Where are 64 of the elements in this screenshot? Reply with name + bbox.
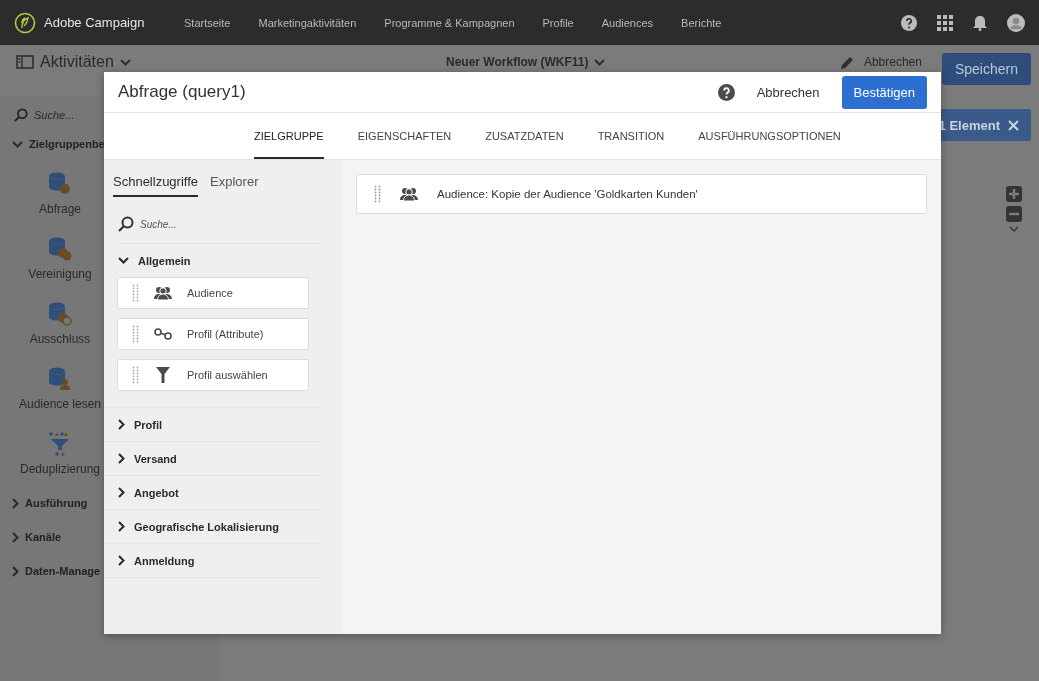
tab[interactable]: TRANSITION xyxy=(597,113,665,159)
sidebar-toggle-icon xyxy=(16,55,34,69)
funnel-icon xyxy=(49,431,71,456)
search-icon xyxy=(14,107,28,123)
group-header[interactable]: Angebot xyxy=(134,486,179,499)
apps-grid-icon xyxy=(937,14,953,31)
tab[interactable]: Explorer xyxy=(210,174,259,197)
group-header[interactable]: Versand xyxy=(134,452,177,465)
search-field[interactable]: Suche... xyxy=(34,109,94,121)
bell-icon xyxy=(973,14,987,31)
shortcut-card[interactable]: Profil auswählen xyxy=(117,359,309,391)
group-header[interactable]: Geografische Lokalisierung xyxy=(134,520,279,533)
section-header[interactable]: Ausführung xyxy=(25,497,88,509)
workflow-title: Neuer Workflow (WKF11) xyxy=(446,54,589,71)
confirm-button[interactable]: Bestätigen xyxy=(841,75,927,109)
drag-handle-icon xyxy=(132,284,139,302)
cancel-link[interactable]: Abbrechen xyxy=(863,53,922,71)
cancel-button[interactable]: Abbrechen xyxy=(742,76,834,108)
connector-icon xyxy=(154,328,172,340)
logo-icon xyxy=(14,11,36,34)
tab[interactable]: ZUSATZDATEN xyxy=(485,113,564,159)
tab[interactable]: Schnellzugriffe xyxy=(113,174,199,197)
help-icon[interactable] xyxy=(717,83,735,101)
help-icon xyxy=(901,14,917,31)
people-icon xyxy=(154,286,172,300)
section-header[interactable]: Kanäle xyxy=(25,531,62,543)
people-icon xyxy=(400,187,418,201)
avatar-icon xyxy=(1007,13,1025,32)
nav-link[interactable]: Audiences xyxy=(601,16,654,29)
section-header[interactable]: Daten-Manage xyxy=(25,565,101,577)
section-header[interactable]: Zielgruppenbe xyxy=(29,138,105,150)
zoom-in-icon xyxy=(1006,186,1022,202)
nav-link[interactable]: Berichte xyxy=(681,16,722,29)
save-button[interactable]: Speichern xyxy=(941,53,1031,85)
zoom-out-icon xyxy=(1006,206,1022,222)
shortcut-card[interactable]: Profil (Attribute) xyxy=(117,318,309,350)
database-icon xyxy=(48,236,72,261)
chevron-down-icon xyxy=(119,58,131,66)
drag-handle-icon xyxy=(374,185,381,203)
drag-handle-icon xyxy=(132,366,139,384)
database-icon xyxy=(48,301,72,326)
nav-link[interactable]: Programme & Kampagnen xyxy=(384,16,515,29)
nav-link[interactable]: Profile xyxy=(542,16,574,29)
tab[interactable]: AUSFÜHRUNGSOPTIONEN xyxy=(698,113,841,159)
shortcut-card[interactable]: Audience xyxy=(117,277,309,309)
nav-link[interactable]: Startseite xyxy=(184,16,231,29)
tab[interactable]: EIGENSCHAFTEN xyxy=(357,113,452,159)
chevron-down-icon xyxy=(1009,226,1019,232)
condition-card[interactable]: Audience: Kopie der Audience 'Goldkarten Kunden' xyxy=(356,174,927,214)
dialog-title: Abfrage (query1) xyxy=(118,82,246,102)
search-field[interactable]: Suche... xyxy=(140,218,240,230)
nav-link[interactable]: Marketingaktivitäten xyxy=(258,16,357,29)
chevron-down-icon xyxy=(594,58,606,66)
database-icon xyxy=(48,171,72,196)
group-header[interactable]: Allgemein xyxy=(138,254,191,267)
group-header[interactable]: Anmeldung xyxy=(134,554,195,567)
filter-icon xyxy=(156,367,170,383)
group-header[interactable]: Profil xyxy=(134,418,163,431)
database-icon xyxy=(48,366,72,391)
search-icon xyxy=(118,216,134,232)
pencil-icon xyxy=(839,56,854,70)
brand-name: Adobe Campaign xyxy=(44,15,145,30)
drag-handle-icon xyxy=(132,325,139,343)
close-icon xyxy=(1008,119,1019,131)
